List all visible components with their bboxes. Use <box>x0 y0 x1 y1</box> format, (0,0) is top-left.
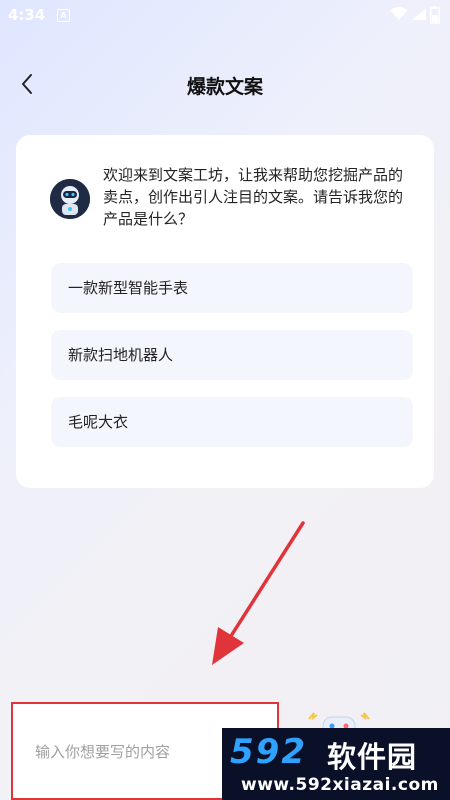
watermark-name: 软件园 <box>327 740 418 774</box>
header: 爆款文案 <box>0 60 450 110</box>
battery-icon <box>430 6 440 24</box>
watermark-url: www.592xiazai.com <box>241 775 439 795</box>
page-title: 爆款文案 <box>186 76 263 98</box>
sim-icon: A <box>57 9 70 22</box>
annotation-arrow <box>212 521 305 665</box>
suggestion-chip[interactable]: 一款新型智能手表 <box>51 263 413 313</box>
watermark-logo: 592 软件园 www.592xiazai.com <box>222 728 450 800</box>
robot-avatar-icon <box>50 179 90 219</box>
wifi-icon <box>390 7 408 20</box>
status-time: 4:34 <box>8 6 46 24</box>
status-bar: 4:34 A <box>0 0 450 32</box>
watermark-brand: 592 <box>230 732 307 772</box>
chat-card: 欢迎来到文案工坊，让我来帮助您挖掘产品的卖点，创作出引人注目的文案。请告诉我您的… <box>16 135 434 488</box>
suggestion-chip[interactable]: 新款扫地机器人 <box>51 330 413 380</box>
suggestion-chip[interactable]: 毛呢大衣 <box>51 397 413 447</box>
signal-icon <box>412 8 426 20</box>
bot-intro-message: 欢迎来到文案工坊，让我来帮助您挖掘产品的卖点，创作出引人注目的文案。请告诉我您的… <box>103 166 404 228</box>
